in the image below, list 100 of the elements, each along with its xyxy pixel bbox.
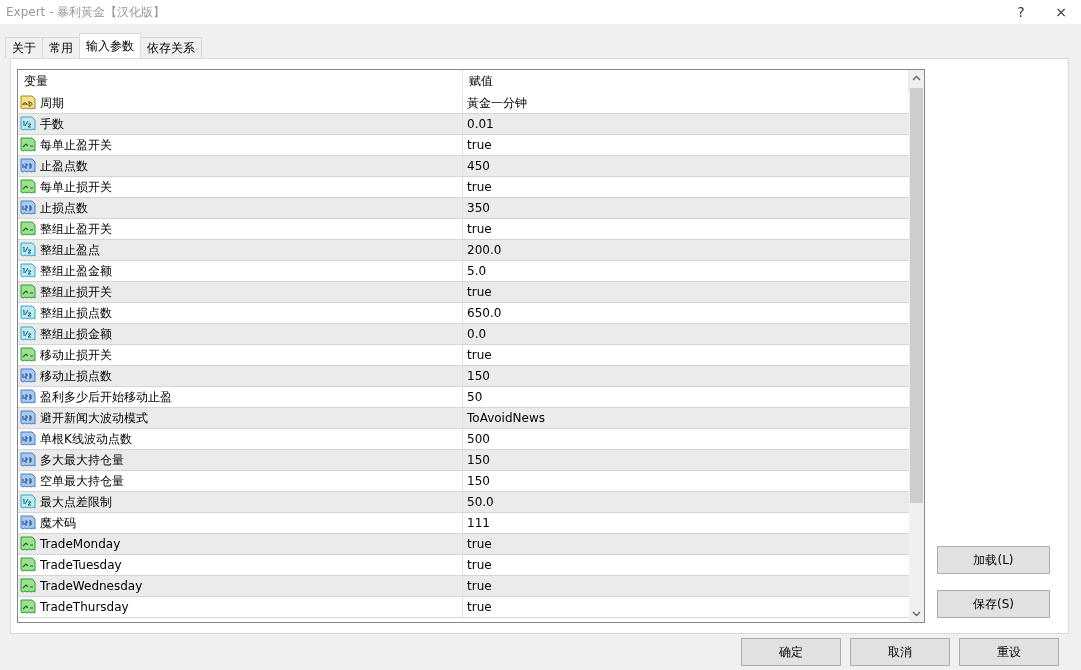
number-type-icon	[20, 200, 36, 216]
dialog-button[interactable]: 重设	[959, 638, 1059, 666]
parameter-name: 多大最大持仓量	[40, 451, 124, 469]
parameter-value[interactable]: 5.0	[463, 261, 909, 281]
fraction-type-icon	[20, 494, 36, 510]
parameter-value[interactable]: true	[463, 135, 909, 155]
parameter-name: 止损点数	[40, 199, 88, 217]
parameter-row[interactable]: TradeMonday true	[18, 534, 909, 555]
number-type-icon	[20, 389, 36, 405]
fraction-type-icon	[20, 242, 36, 258]
parameter-row[interactable]: 盈利多少后开始移动止盈 50	[18, 387, 909, 408]
parameter-row[interactable]: 移动止损开关 true	[18, 345, 909, 366]
toggle-type-icon	[20, 347, 36, 363]
parameter-value[interactable]: true	[463, 534, 909, 554]
parameter-name: 整组止损开关	[40, 283, 112, 301]
parameter-row[interactable]: TradeWednesday true	[18, 576, 909, 597]
parameter-name: 整组止盈点	[40, 241, 100, 259]
scrollbar[interactable]	[909, 70, 924, 622]
parameter-row[interactable]: 魔术码 111	[18, 513, 909, 534]
parameter-row[interactable]: 避开新闻大波动模式 ToAvoidNews	[18, 408, 909, 429]
scroll-up-icon[interactable]	[912, 75, 921, 81]
number-type-icon	[20, 410, 36, 426]
tab[interactable]: 关于	[5, 37, 43, 58]
parameter-value[interactable]: 0.01	[463, 114, 909, 134]
parameter-value[interactable]: 450	[463, 156, 909, 176]
parameter-row[interactable]: 整组止损点数 650.0	[18, 303, 909, 324]
parameter-name: 移动止损点数	[40, 367, 112, 385]
parameter-name: 每单止损开关	[40, 178, 112, 196]
parameter-name: 移动止损开关	[40, 346, 112, 364]
parameter-value[interactable]: true	[463, 282, 909, 302]
parameter-name: 魔术码	[40, 514, 76, 532]
number-type-icon	[20, 431, 36, 447]
toggle-type-icon	[20, 578, 36, 594]
parameter-name: 整组止盈金额	[40, 262, 112, 280]
fraction-type-icon	[20, 305, 36, 321]
parameter-row[interactable]: TradeThursday true	[18, 597, 909, 618]
scroll-thumb[interactable]	[910, 88, 923, 503]
toggle-type-icon	[20, 536, 36, 552]
parameter-row[interactable]: 空单最大持仓量 150	[18, 471, 909, 492]
dialog-button[interactable]: 取消	[850, 638, 950, 666]
parameter-value[interactable]: 黃金一分钟	[463, 93, 909, 113]
parameter-value[interactable]: 350	[463, 198, 909, 218]
parameter-value[interactable]: true	[463, 177, 909, 197]
parameter-row[interactable]: 每单止盈开关 true	[18, 135, 909, 156]
parameter-name: 手数	[40, 115, 64, 133]
parameter-name: TradeMonday	[40, 537, 121, 551]
parameter-value[interactable]: 50.0	[463, 492, 909, 512]
parameter-row[interactable]: 整组止盈开关 true	[18, 219, 909, 240]
window-title: Expert - 暴利黃金【汉化版】	[6, 3, 167, 21]
tab[interactable]: 输入参数	[79, 33, 141, 58]
parameter-value[interactable]: true	[463, 555, 909, 575]
toggle-type-icon	[20, 284, 36, 300]
parameter-name: 最大点差限制	[40, 493, 112, 511]
parameter-value[interactable]: true	[463, 345, 909, 365]
parameter-row[interactable]: 整组止盈点 200.0	[18, 240, 909, 261]
parameter-row[interactable]: 最大点差限制 50.0	[18, 492, 909, 513]
number-type-icon	[20, 158, 36, 174]
parameter-row[interactable]: 单根K线波动点数 500	[18, 429, 909, 450]
toggle-type-icon	[20, 557, 36, 573]
parameter-value[interactable]: 150	[463, 450, 909, 470]
parameter-row[interactable]: 手数 0.01	[18, 114, 909, 135]
parameter-name: 避开新闻大波动模式	[40, 409, 148, 427]
parameter-value[interactable]: 150	[463, 366, 909, 386]
toggle-type-icon	[20, 221, 36, 237]
scroll-down-icon[interactable]	[912, 611, 921, 617]
tab[interactable]: 依存关系	[140, 37, 202, 58]
parameter-value[interactable]: 500	[463, 429, 909, 449]
side-button[interactable]: 保存(S)	[937, 590, 1050, 618]
parameter-row[interactable]: 止损点数 350	[18, 198, 909, 219]
parameter-row[interactable]: 止盈点数 450	[18, 156, 909, 177]
parameter-row[interactable]: 移动止损点数 150	[18, 366, 909, 387]
parameter-value[interactable]: true	[463, 576, 909, 596]
parameter-value[interactable]: 50	[463, 387, 909, 407]
parameter-value[interactable]: 111	[463, 513, 909, 533]
dialog-button[interactable]: 确定	[741, 638, 841, 666]
parameter-row[interactable]: TradeTuesday true	[18, 555, 909, 576]
parameter-value[interactable]: true	[463, 597, 909, 617]
parameter-row[interactable]: 整组止盈金额 5.0	[18, 261, 909, 282]
parameter-name: 止盈点数	[40, 157, 88, 175]
parameter-name: 整组止损点数	[40, 304, 112, 322]
parameter-row[interactable]: 整组止损金额 0.0	[18, 324, 909, 345]
parameter-value[interactable]: 150	[463, 471, 909, 491]
parameter-value[interactable]: 200.0	[463, 240, 909, 260]
help-button[interactable]: ?	[1001, 4, 1041, 20]
fraction-type-icon	[20, 263, 36, 279]
parameter-row[interactable]: 周期 黃金一分钟	[18, 93, 909, 114]
parameter-row[interactable]: 多大最大持仓量 150	[18, 450, 909, 471]
close-button[interactable]: ×	[1041, 4, 1081, 20]
parameter-name: 单根K线波动点数	[40, 430, 132, 448]
parameter-value[interactable]: true	[463, 219, 909, 239]
parameter-row[interactable]: 整组止损开关 true	[18, 282, 909, 303]
parameter-name: TradeThursday	[40, 600, 129, 614]
number-type-icon	[20, 452, 36, 468]
side-button[interactable]: 加载(L)	[937, 546, 1050, 574]
parameter-value[interactable]: 0.0	[463, 324, 909, 344]
parameter-row[interactable]: 每单止损开关 true	[18, 177, 909, 198]
toggle-type-icon	[20, 137, 36, 153]
parameter-value[interactable]: 650.0	[463, 303, 909, 323]
fraction-type-icon	[20, 116, 36, 132]
parameter-value[interactable]: ToAvoidNews	[463, 408, 909, 428]
